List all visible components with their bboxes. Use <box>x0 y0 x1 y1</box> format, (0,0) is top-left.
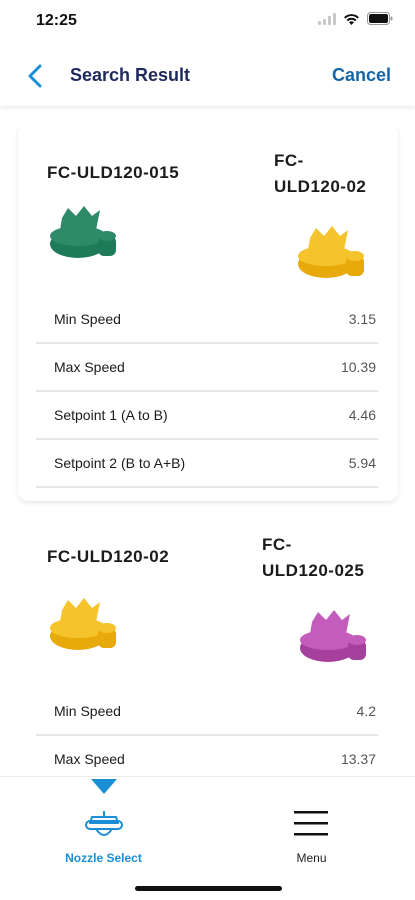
purple-nozzle-icon <box>300 610 366 662</box>
spec-value: 4.2 <box>356 703 376 719</box>
yellow-nozzle-icon <box>298 226 364 278</box>
spec-value: 4.46 <box>348 407 376 423</box>
status-bar: 12:25 <box>0 0 415 44</box>
spec-row-max-speed: Max Speed 13.37 <box>36 736 378 776</box>
spec-label: Setpoint 2 (B to A+B) <box>54 455 186 471</box>
back-arrow-icon[interactable] <box>22 62 50 90</box>
right-nozzle-name-line1: FC- <box>262 535 292 554</box>
page-title: Search Result <box>70 65 191 85</box>
wifi-icon <box>344 13 359 25</box>
left-nozzle-name: FC-ULD120-02 <box>47 547 170 566</box>
left-nozzle-name: FC-ULD120-015 <box>47 163 180 182</box>
result-card[interactable]: FC-ULD120-015 FC- ULD120-02 Min Speed 3.… <box>18 124 398 501</box>
tab-menu[interactable]: Menu <box>208 777 415 877</box>
right-nozzle-name: FC- ULD120-02 <box>274 148 366 200</box>
spec-label: Max Speed <box>54 751 125 767</box>
active-tab-indicator <box>91 779 117 794</box>
tab-label: Menu <box>296 851 327 865</box>
cancel-button[interactable]: Cancel <box>332 65 391 86</box>
spec-label: Min Speed <box>54 311 121 327</box>
status-icons <box>318 12 393 25</box>
spec-value: 5.94 <box>348 455 376 471</box>
bottom-tab-bar: Nozzle Select Menu <box>0 776 415 900</box>
spec-label: Min Speed <box>54 703 121 719</box>
spec-row-max-speed: Max Speed 10.39 <box>36 344 378 392</box>
spec-value: 3.15 <box>348 311 376 327</box>
spec-row-min-speed: Min Speed 3.15 <box>36 296 378 344</box>
spec-value: 10.39 <box>340 359 376 375</box>
spec-label: Max Speed <box>54 359 125 375</box>
green-nozzle-icon <box>50 206 116 258</box>
results-list[interactable]: FC-ULD120-015 FC- ULD120-02 Min Speed 3.… <box>0 106 415 776</box>
yellow-nozzle-icon <box>50 598 116 650</box>
tab-label: Nozzle Select <box>65 851 142 865</box>
result-card[interactable]: FC-ULD120-02 FC- ULD120-025 Min Speed 4.… <box>18 516 398 776</box>
right-nozzle-name: FC- ULD120-025 <box>262 532 364 584</box>
home-indicator[interactable] <box>135 886 282 891</box>
status-time: 12:25 <box>36 12 77 29</box>
battery-icon <box>367 12 393 25</box>
spec-row-setpoint-2: Setpoint 2 (B to A+B) 5.94 <box>36 440 378 488</box>
spec-row-setpoint-1: Setpoint 1 (A to B) 4.46 <box>36 392 378 440</box>
tab-nozzle-select[interactable]: Nozzle Select <box>0 777 207 877</box>
navigation-bar: Search Result Cancel <box>0 44 415 106</box>
spec-value: 13.37 <box>340 751 376 767</box>
nozzle-icon <box>85 811 123 836</box>
spec-row-min-speed: Min Speed 4.2 <box>36 688 378 736</box>
spec-label: Setpoint 1 (A to B) <box>54 407 168 423</box>
right-nozzle-name-line1: FC- <box>274 151 304 170</box>
right-nozzle-name-line2: ULD120-025 <box>262 561 365 580</box>
right-nozzle-name-line2: ULD120-02 <box>274 177 367 196</box>
signal-icon <box>318 12 336 25</box>
hamburger-menu-icon <box>294 811 328 836</box>
